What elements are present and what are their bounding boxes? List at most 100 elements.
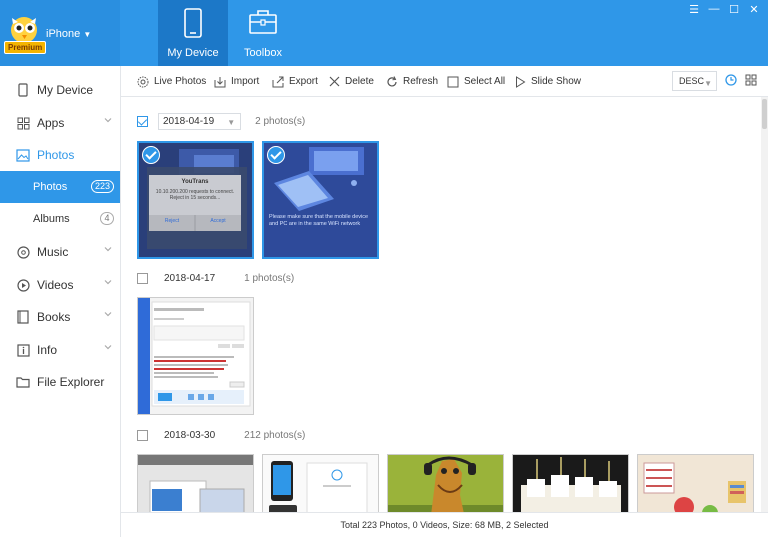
- button-label: Refresh: [403, 76, 439, 87]
- chevron-down-icon: [104, 312, 112, 317]
- sidebar-item-videos[interactable]: Videos: [0, 269, 120, 301]
- import-button[interactable]: Import: [214, 66, 259, 97]
- group-checkbox[interactable]: [137, 272, 148, 284]
- selected-check-icon: [142, 146, 160, 164]
- date-group-header: 2018-04-17 1 photos(s): [137, 269, 294, 287]
- sort-order-select[interactable]: DESC ▼: [672, 71, 717, 91]
- sidebar-item-label: Photos: [33, 181, 68, 193]
- photo-image: [263, 455, 378, 512]
- slide-show-button[interactable]: Slide Show: [515, 66, 581, 97]
- chevron-down-icon: [104, 118, 112, 123]
- dialog-reject: Reject: [164, 218, 180, 224]
- export-icon: [272, 76, 284, 87]
- dialog-title: YouTrans: [181, 179, 209, 185]
- photo-thumbnail[interactable]: [137, 297, 254, 415]
- button-label: Live Photos: [154, 76, 207, 87]
- scrollbar[interactable]: [761, 97, 768, 512]
- live-photos-button[interactable]: Live Photos: [137, 66, 206, 97]
- export-button[interactable]: Export: [272, 66, 318, 97]
- group-date: 2018-03-30: [164, 429, 216, 441]
- tab-label: Toolbox: [244, 47, 282, 59]
- photo-thumbnail[interactable]: [262, 454, 379, 512]
- photo-thumbnail[interactable]: [512, 454, 629, 512]
- refresh-button[interactable]: Refresh: [386, 66, 438, 97]
- photo-thumbnail[interactable]: Please make sure that the mobile device …: [262, 141, 379, 259]
- sidebar-item-books[interactable]: Books: [0, 301, 120, 333]
- sidebar-item-photos[interactable]: Photos: [0, 139, 120, 171]
- window-controls: ☰ — ☐ ✕: [688, 3, 760, 16]
- sidebar-item-my-device[interactable]: My Device: [0, 74, 120, 106]
- delete-button[interactable]: Delete: [329, 66, 374, 97]
- sidebar-item-label: Music: [37, 245, 69, 259]
- chevron-down-icon: [104, 247, 112, 252]
- toolbox-icon: [249, 10, 277, 34]
- photo-grid: 2018-04-19 ▼ 2 photos(s) YouTrans 10.10.2…: [121, 97, 761, 512]
- chevron-down-icon: ▼: [227, 117, 236, 127]
- tab-label: My Device: [167, 47, 219, 59]
- sidebar-item-music[interactable]: Music: [0, 236, 120, 268]
- status-bar: Total 223 Photos, 0 Videos, Size: 68 MB,…: [121, 512, 768, 537]
- group-count: 212 photos(s): [244, 429, 306, 441]
- sidebar-item-label: Apps: [37, 116, 65, 130]
- button-label: Select All: [464, 76, 506, 87]
- book-icon: [16, 310, 30, 324]
- button-label: Slide Show: [531, 76, 582, 87]
- photo-image: [138, 455, 253, 512]
- maximize-icon[interactable]: ☐: [728, 3, 740, 16]
- device-selector[interactable]: iPhone ▼: [46, 28, 91, 40]
- button-label: Import: [231, 76, 260, 87]
- photo-thumbnail[interactable]: [137, 454, 254, 512]
- grid-view-icon[interactable]: [745, 74, 757, 86]
- sidebar-item-albums[interactable]: Albums 4: [0, 203, 120, 235]
- chevron-down-icon: [104, 345, 112, 350]
- group-date: 2018-04-17: [164, 272, 216, 284]
- date-group-header: 2018-04-19 ▼ 2 photos(s): [137, 112, 305, 130]
- play-icon: [516, 75, 526, 88]
- top-bar: Premium iPhone ▼ My Device Toolbox ☰ — ☐…: [0, 0, 768, 66]
- sidebar-item-label: Photos: [37, 148, 75, 162]
- view-toggle: [725, 74, 757, 86]
- sort-value: DESC: [679, 76, 705, 86]
- photo-image: [138, 298, 253, 414]
- sidebar-item-photos-sub[interactable]: Photos 223: [0, 171, 120, 203]
- photo-image: [513, 455, 628, 512]
- sidebar-item-file-explorer[interactable]: File Explorer: [0, 366, 120, 398]
- group-checkbox[interactable]: [137, 429, 148, 441]
- clock-icon[interactable]: [725, 74, 737, 86]
- select-all-button[interactable]: Select All: [447, 66, 505, 97]
- count-badge: 223: [90, 180, 114, 193]
- toolbar: Live Photos Import Export Delete Refresh…: [121, 66, 768, 97]
- group-checkbox[interactable]: [137, 115, 148, 127]
- photo-caption: Please make sure that the mobile device …: [269, 214, 369, 227]
- menu-icon[interactable]: ☰: [688, 3, 700, 16]
- group-date: 2018-04-19: [163, 115, 215, 127]
- photo-thumbnail[interactable]: [387, 454, 504, 512]
- photo-thumbnail[interactable]: YouTrans 10.10.200.200 requests to conne…: [137, 141, 254, 259]
- folder-icon: [16, 375, 30, 389]
- photo-thumbnail[interactable]: [637, 454, 754, 512]
- checkbox-icon: [447, 76, 459, 87]
- sidebar-item-label: Albums: [33, 213, 70, 225]
- dialog-body: 10.10.200.200 requests to connect. Rejec…: [155, 189, 235, 201]
- close-icon[interactable]: ✕: [748, 3, 760, 16]
- device-name: iPhone: [46, 28, 81, 40]
- scrollbar-thumb[interactable]: [762, 99, 767, 129]
- sidebar-item-label: Videos: [37, 278, 74, 292]
- sidebar-item-label: File Explorer: [37, 375, 105, 389]
- tab-my-device[interactable]: My Device: [158, 0, 228, 66]
- chevron-down-icon: [104, 280, 112, 285]
- sidebar-item-info[interactable]: Info: [0, 334, 120, 366]
- import-icon: [214, 76, 226, 87]
- minimize-icon[interactable]: —: [708, 3, 720, 16]
- tab-toolbox[interactable]: Toolbox: [228, 0, 298, 66]
- sidebar: My Device Apps Photos Photos 223 Albums …: [0, 66, 121, 537]
- premium-badge: Premium: [4, 41, 47, 54]
- dialog-accept: Accept: [210, 218, 226, 224]
- selected-check-icon: [267, 146, 285, 164]
- image-icon: [16, 148, 30, 162]
- button-label: Export: [289, 76, 318, 87]
- chevron-down-icon: ▼: [704, 79, 712, 88]
- sidebar-item-apps[interactable]: Apps: [0, 107, 120, 139]
- count-badge: 4: [100, 212, 114, 225]
- date-select[interactable]: 2018-04-19 ▼: [158, 112, 242, 130]
